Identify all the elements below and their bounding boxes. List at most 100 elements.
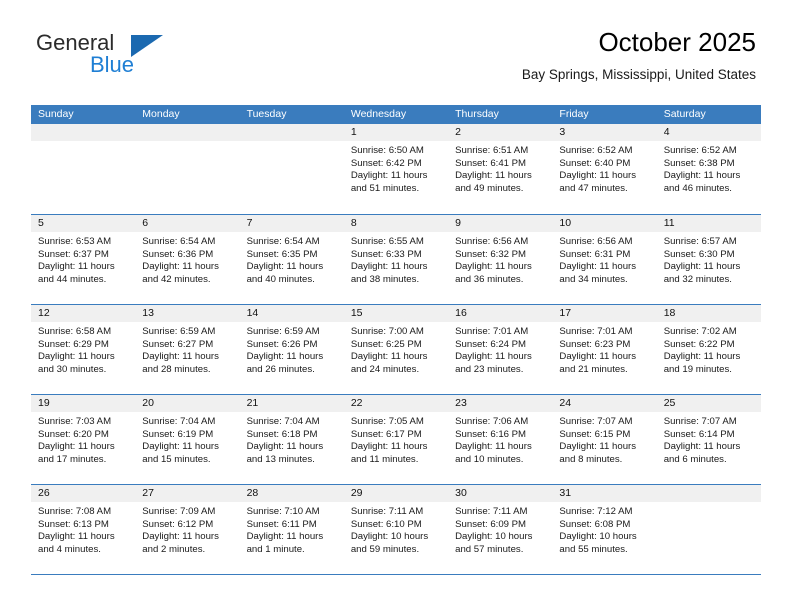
sunrise-text: Sunrise: 7:01 AM [559, 326, 633, 337]
sunrise-text: Sunrise: 6:58 AM [38, 326, 112, 337]
day-number: 4 [656, 124, 761, 141]
day-details: Sunrise: 7:08 AM Sunset: 6:13 PM Daylight:… [31, 502, 135, 556]
sunset-text: Sunset: 6:12 PM [142, 518, 214, 530]
calendar-day-cell[interactable]: 29 Sunrise: 7:11 AM Sunset: 6:10 PM Dayligh… [343, 485, 449, 574]
calendar-day-cell-empty [31, 124, 136, 214]
sunrise-text: Sunrise: 6:54 AM [246, 236, 320, 247]
sunrise-text: Sunrise: 6:54 AM [142, 236, 216, 247]
daylight-text-line1: Daylight: 11 hours [559, 441, 637, 453]
daylight-text-line2: and 49 minutes. [455, 182, 524, 194]
daylight-text-line1: Daylight: 11 hours [246, 261, 324, 273]
sunrise-text: Sunrise: 7:07 AM [559, 416, 633, 427]
day-details: Sunrise: 6:56 AM Sunset: 6:31 PM Daylight:… [552, 232, 656, 286]
calendar-day-cell[interactable]: 17 Sunrise: 7:01 AM Sunset: 6:23 PM Dayligh… [552, 305, 657, 394]
daylight-text-line1: Daylight: 11 hours [455, 351, 532, 363]
sunrise-text: Sunrise: 6:59 AM [142, 326, 216, 337]
calendar-day-cell[interactable]: 2 Sunrise: 6:51 AM Sunset: 6:41 PM Daylight… [448, 124, 553, 214]
calendar-day-cell[interactable]: 25 Sunrise: 7:07 AM Sunset: 6:14 PM Dayligh… [656, 395, 761, 484]
calendar-day-cell[interactable]: 19 Sunrise: 7:03 AM Sunset: 6:20 PM Dayligh… [31, 395, 136, 484]
calendar-day-cell[interactable]: 16 Sunrise: 7:01 AM Sunset: 6:24 PM Dayligh… [448, 305, 553, 394]
sunrise-text: Sunrise: 6:53 AM [38, 236, 112, 247]
sunset-text: Sunset: 6:30 PM [663, 248, 735, 260]
sunset-text: Sunset: 6:36 PM [142, 248, 214, 260]
day-details: Sunrise: 7:10 AM Sunset: 6:11 PM Daylight:… [240, 502, 344, 556]
calendar-day-cell[interactable]: 3 Sunrise: 6:52 AM Sunset: 6:40 PM Daylight… [552, 124, 657, 214]
calendar-day-cell[interactable]: 23 Sunrise: 7:06 AM Sunset: 6:16 PM Dayligh… [448, 395, 553, 484]
sunset-text: Sunset: 6:19 PM [142, 428, 214, 440]
sunset-text: Sunset: 6:38 PM [663, 157, 735, 169]
calendar-day-cell[interactable]: 30 Sunrise: 7:11 AM Sunset: 6:09 PM Dayligh… [448, 485, 553, 574]
triangle-logo-icon [131, 35, 163, 57]
day-number: 19 [31, 395, 136, 412]
calendar-day-cell[interactable]: 4 Sunrise: 6:52 AM Sunset: 6:38 PM Daylight… [656, 124, 761, 214]
sunset-text: Sunset: 6:41 PM [455, 157, 527, 169]
calendar-day-cell[interactable]: 14 Sunrise: 6:59 AM Sunset: 6:26 PM Dayligh… [239, 305, 344, 394]
daylight-text-line1: Daylight: 11 hours [142, 531, 219, 543]
sunset-text: Sunset: 6:22 PM [663, 338, 735, 350]
day-details: Sunrise: 7:01 AM Sunset: 6:24 PM Daylight:… [448, 322, 552, 376]
day-number: 28 [239, 485, 344, 502]
calendar-day-cell[interactable]: 11 Sunrise: 6:57 AM Sunset: 6:30 PM Dayligh… [656, 215, 761, 304]
calendar-day-cell[interactable]: 26 Sunrise: 7:08 AM Sunset: 6:13 PM Dayligh… [31, 485, 136, 574]
daylight-text-line1: Daylight: 11 hours [142, 261, 219, 273]
daylight-text-line1: Daylight: 11 hours [350, 351, 428, 363]
day-details: Sunrise: 7:04 AM Sunset: 6:19 PM Daylight:… [135, 412, 239, 466]
calendar-week-row: 5 Sunrise: 6:53 AM Sunset: 6:37 PM Daylight… [31, 214, 761, 304]
sunset-text: Sunset: 6:24 PM [455, 338, 527, 350]
daylight-text-line2: and 55 minutes. [559, 543, 628, 555]
daylight-text-line1: Daylight: 11 hours [246, 351, 324, 363]
calendar-day-cell[interactable]: 8 Sunrise: 6:55 AM Sunset: 6:33 PM Daylight… [343, 215, 449, 304]
sunrise-text: Sunrise: 6:55 AM [350, 236, 424, 247]
daylight-text-line2: and 34 minutes. [559, 273, 628, 285]
sunrise-text: Sunrise: 7:06 AM [455, 416, 529, 427]
calendar-day-cell[interactable]: 6 Sunrise: 6:54 AM Sunset: 6:36 PM Daylight… [135, 215, 240, 304]
daylight-text-line1: Daylight: 11 hours [559, 170, 637, 182]
daylight-text-line2: and 38 minutes. [350, 273, 420, 285]
calendar-day-cell[interactable]: 7 Sunrise: 6:54 AM Sunset: 6:35 PM Daylight… [239, 215, 344, 304]
daylight-text-line2: and 47 minutes. [559, 182, 628, 194]
calendar-day-cell[interactable]: 13 Sunrise: 6:59 AM Sunset: 6:27 PM Dayligh… [135, 305, 240, 394]
calendar-day-cell[interactable]: 20 Sunrise: 7:04 AM Sunset: 6:19 PM Dayligh… [135, 395, 240, 484]
daylight-text-line2: and 26 minutes. [246, 363, 315, 375]
calendar-day-cell[interactable]: 15 Sunrise: 7:00 AM Sunset: 6:25 PM Dayligh… [343, 305, 449, 394]
day-details: Sunrise: 6:58 AM Sunset: 6:29 PM Daylight:… [31, 322, 135, 376]
sunrise-text: Sunrise: 6:56 AM [455, 236, 529, 247]
sunrise-text: Sunrise: 6:56 AM [559, 236, 633, 247]
day-number: 12 [31, 305, 136, 322]
calendar-day-cell[interactable]: 24 Sunrise: 7:07 AM Sunset: 6:15 PM Dayligh… [552, 395, 657, 484]
sunset-text: Sunset: 6:15 PM [559, 428, 631, 440]
day-number: 23 [448, 395, 553, 412]
daylight-text-line1: Daylight: 11 hours [663, 441, 741, 453]
day-number: 15 [343, 305, 449, 322]
daylight-text-line1: Daylight: 10 hours [455, 531, 533, 543]
sunset-text: Sunset: 6:20 PM [38, 428, 109, 440]
calendar-day-cell[interactable]: 12 Sunrise: 6:58 AM Sunset: 6:29 PM Dayligh… [31, 305, 136, 394]
calendar-day-cell[interactable]: 31 Sunrise: 7:12 AM Sunset: 6:08 PM Dayligh… [552, 485, 657, 574]
brand-logo[interactable]: General Blue [36, 31, 216, 87]
calendar-day-cell[interactable]: 1 Sunrise: 6:50 AM Sunset: 6:42 PM Daylight… [343, 124, 449, 214]
calendar-day-cell[interactable]: 28 Sunrise: 7:10 AM Sunset: 6:11 PM Dayligh… [239, 485, 344, 574]
sunset-text: Sunset: 6:08 PM [559, 518, 631, 530]
daylight-text-line1: Daylight: 11 hours [38, 441, 115, 453]
calendar-bottom-rule [31, 574, 761, 575]
calendar-day-cell[interactable]: 18 Sunrise: 7:02 AM Sunset: 6:22 PM Dayligh… [656, 305, 761, 394]
calendar-day-cell[interactable]: 27 Sunrise: 7:09 AM Sunset: 6:12 PM Dayligh… [135, 485, 240, 574]
sunset-text: Sunset: 6:17 PM [350, 428, 422, 440]
sunset-text: Sunset: 6:11 PM [246, 518, 317, 530]
calendar-day-cell[interactable]: 9 Sunrise: 6:56 AM Sunset: 6:32 PM Daylight… [448, 215, 553, 304]
day-details: Sunrise: 7:02 AM Sunset: 6:22 PM Daylight:… [657, 322, 761, 376]
sunrise-text: Sunrise: 6:50 AM [350, 145, 424, 156]
calendar-day-cell[interactable]: 10 Sunrise: 6:56 AM Sunset: 6:31 PM Dayligh… [552, 215, 657, 304]
sunrise-text: Sunrise: 7:05 AM [350, 416, 424, 427]
day-number: 17 [552, 305, 657, 322]
sunset-text: Sunset: 6:16 PM [455, 428, 527, 440]
day-number: 21 [239, 395, 344, 412]
sunrise-text: Sunrise: 7:11 AM [350, 506, 424, 517]
brand-name-blue: Blue [90, 52, 135, 77]
daylight-text-line2: and 15 minutes. [142, 453, 211, 465]
calendar-day-cell[interactable]: 5 Sunrise: 6:53 AM Sunset: 6:37 PM Daylight… [31, 215, 136, 304]
day-details: Sunrise: 7:04 AM Sunset: 6:18 PM Daylight:… [240, 412, 344, 466]
calendar-day-cell[interactable]: 21 Sunrise: 7:04 AM Sunset: 6:18 PM Dayligh… [239, 395, 344, 484]
daylight-text-line2: and 2 minutes. [142, 543, 206, 555]
calendar-day-cell[interactable]: 22 Sunrise: 7:05 AM Sunset: 6:17 PM Dayligh… [343, 395, 449, 484]
